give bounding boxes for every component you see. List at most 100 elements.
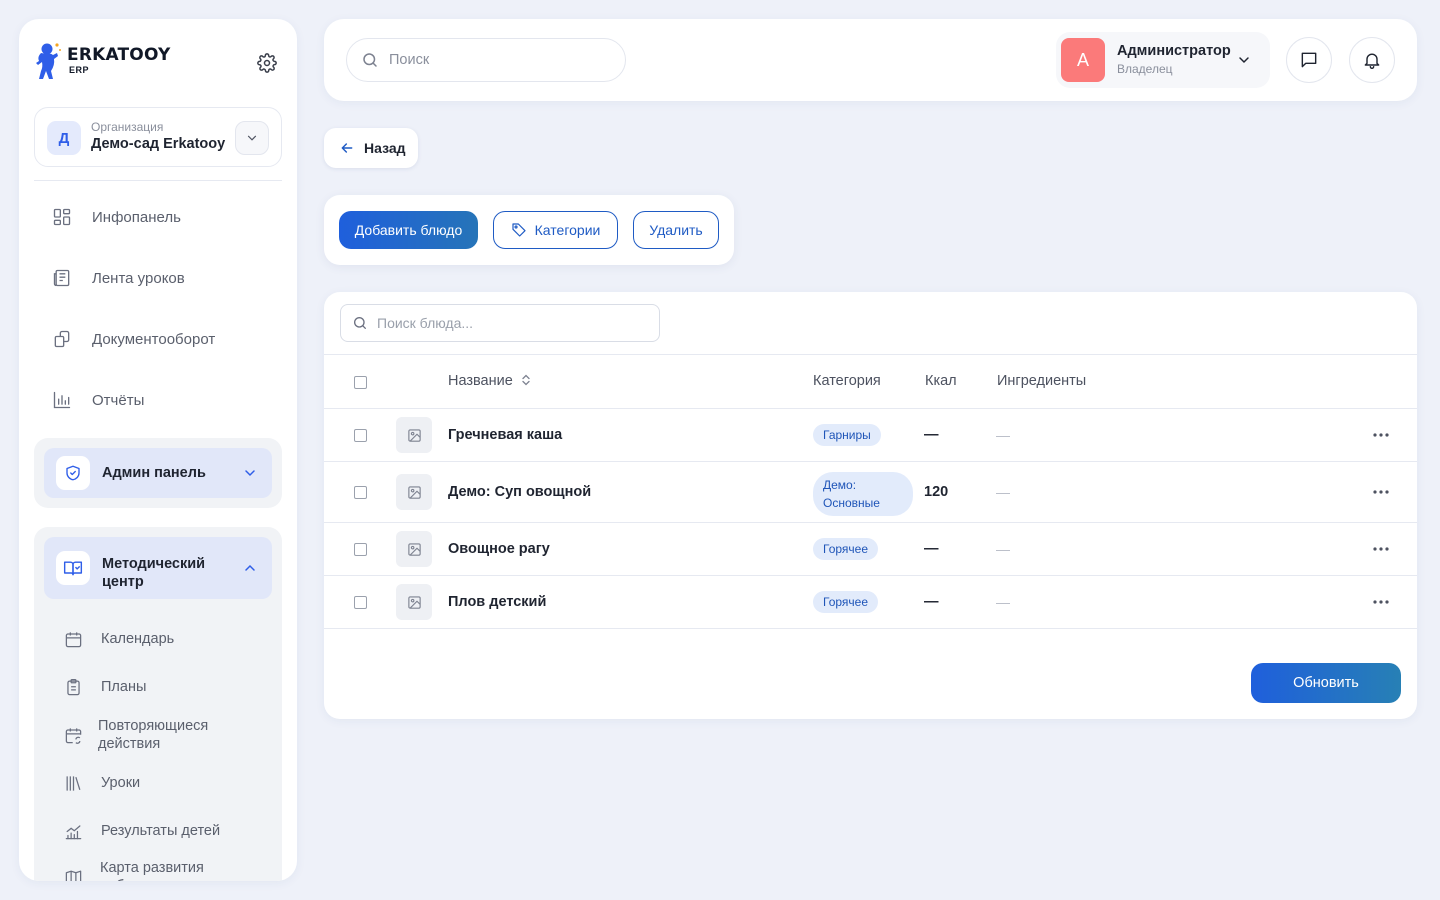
row-checkbox[interactable] (354, 486, 367, 499)
sidebar-item-documents[interactable]: Документооборот (51, 319, 281, 359)
image-placeholder-icon (407, 428, 421, 442)
table-divider (324, 522, 1417, 523)
image-placeholder-icon (407, 542, 421, 556)
image-placeholder-icon (407, 485, 421, 499)
admin-group: Админ панель (34, 438, 282, 508)
sidebar-item-dashboard[interactable]: Инфопанель (51, 197, 281, 237)
row-checkbox[interactable] (354, 429, 367, 442)
search-icon (363, 53, 377, 67)
messages-button[interactable] (1286, 37, 1332, 83)
dish-thumbnail (396, 474, 432, 510)
action-toolbar: Добавить блюдо Категории Удалить (324, 195, 734, 265)
org-name: Демо-сад Erkatooy (91, 136, 226, 152)
ingredients-value: — (996, 484, 1010, 500)
kcal-value: — (924, 541, 939, 557)
categories-button[interactable]: Категории (493, 211, 618, 249)
sidebar-item-label: Документооборот (92, 330, 216, 348)
logo[interactable]: ERKATOOY ERP (33, 41, 283, 81)
row-actions-button[interactable] (1371, 482, 1391, 502)
table-divider (324, 628, 1417, 629)
admin-panel-toggle[interactable]: Админ панель (44, 448, 272, 498)
map-icon (62, 866, 84, 881)
global-search[interactable] (346, 38, 626, 82)
method-center-toggle[interactable]: Методический центр (44, 537, 272, 599)
chevron-down-icon (247, 135, 257, 141)
clipboard-icon (62, 676, 84, 698)
method-center-label: Методический центр (102, 556, 206, 590)
row-actions-button[interactable] (1371, 539, 1391, 559)
arrow-left-icon (341, 143, 353, 153)
sidebar-item-reports[interactable]: Отчёты (51, 380, 281, 420)
row-checkbox[interactable] (354, 596, 367, 609)
sidebar-item-child-results[interactable]: Результаты детей (62, 820, 267, 842)
open-book-icon (56, 551, 90, 585)
more-horizontal-icon (1373, 490, 1389, 494)
chevron-up-icon (245, 564, 255, 571)
ingredients-value: — (996, 427, 1010, 443)
sidebar-item-lessons[interactable]: Уроки (62, 772, 267, 794)
ingredients-value: — (996, 594, 1010, 610)
category-chip: Горячее (813, 538, 879, 560)
dish-name: Плов детский (448, 594, 547, 610)
category-chip: Демо: Основные (813, 472, 913, 516)
dish-search[interactable] (340, 304, 660, 342)
dish-thumbnail (396, 584, 432, 620)
image-placeholder-icon (407, 595, 421, 609)
org-avatar: Д (47, 121, 81, 155)
gear-icon (257, 53, 277, 73)
sidebar: ERKATOOY ERP Д Организация Демо-сад Erka… (19, 19, 297, 881)
user-menu[interactable]: А Администратор Владелец (1056, 32, 1270, 88)
notifications-button[interactable] (1349, 37, 1395, 83)
bar-chart-icon (51, 389, 73, 411)
brand-sub: ERP (69, 65, 90, 75)
dishes-table-card: Название Категория Ккал Ингредиенты Греч… (324, 292, 1417, 719)
row-actions-button[interactable] (1371, 425, 1391, 445)
back-label: Назад (364, 140, 406, 156)
more-horizontal-icon (1373, 547, 1389, 551)
delete-button[interactable]: Удалить (633, 211, 719, 249)
categories-label: Категории (534, 222, 601, 238)
select-all-checkbox[interactable] (354, 376, 367, 389)
dish-name: Гречневая каша (448, 427, 563, 443)
grid-icon (51, 206, 73, 228)
column-header-name[interactable]: Название (448, 373, 531, 389)
top-header: А Администратор Владелец (324, 19, 1417, 101)
dish-search-input[interactable] (377, 315, 647, 331)
sidebar-item-recurring[interactable]: Повторяющиеся действия (62, 717, 242, 753)
sort-icon (522, 374, 530, 386)
org-dropdown-button[interactable] (235, 121, 269, 155)
row-checkbox[interactable] (354, 543, 367, 556)
category-chip: Гарниры (813, 424, 881, 446)
sidebar-item-plans[interactable]: Планы (62, 676, 267, 698)
sidebar-item-label: Календарь (101, 631, 175, 647)
sidebar-item-lessons-feed[interactable]: Лента уроков (51, 258, 281, 298)
dish-thumbnail (396, 417, 432, 453)
avatar: А (1061, 38, 1105, 82)
kcal-value: — (924, 594, 939, 610)
dish-thumbnail (396, 531, 432, 567)
sidebar-item-calendar[interactable]: Календарь (62, 628, 267, 650)
sidebar-item-label: Карта развития ребенка (100, 860, 204, 881)
sidebar-divider (34, 180, 282, 181)
ingredients-value: — (996, 541, 1010, 557)
newspaper-icon (51, 267, 73, 289)
refresh-button[interactable]: Обновить (1251, 663, 1401, 703)
column-header-ingredients: Ингредиенты (997, 373, 1087, 389)
sidebar-item-label: Лента уроков (92, 269, 185, 287)
sidebar-item-label: Инфопанель (92, 208, 181, 226)
user-name: Администратор (1117, 43, 1231, 59)
chevron-down-icon (245, 470, 255, 477)
dish-name: Овощное рагу (448, 541, 550, 557)
row-actions-button[interactable] (1371, 592, 1391, 612)
settings-button[interactable] (255, 51, 279, 75)
sidebar-item-label: Результаты детей (101, 823, 221, 839)
sidebar-item-development-map[interactable]: Карта развития ребенка (62, 859, 242, 881)
add-dish-button[interactable]: Добавить блюдо (339, 211, 478, 249)
search-icon (354, 317, 366, 329)
global-search-input[interactable] (389, 52, 609, 68)
shield-check-icon (56, 456, 90, 490)
tag-icon (512, 223, 526, 237)
dish-name: Демо: Суп овощной (448, 484, 592, 500)
back-button[interactable]: Назад (324, 128, 418, 168)
organization-selector[interactable]: Д Организация Демо-сад Erkatooy (34, 107, 282, 167)
